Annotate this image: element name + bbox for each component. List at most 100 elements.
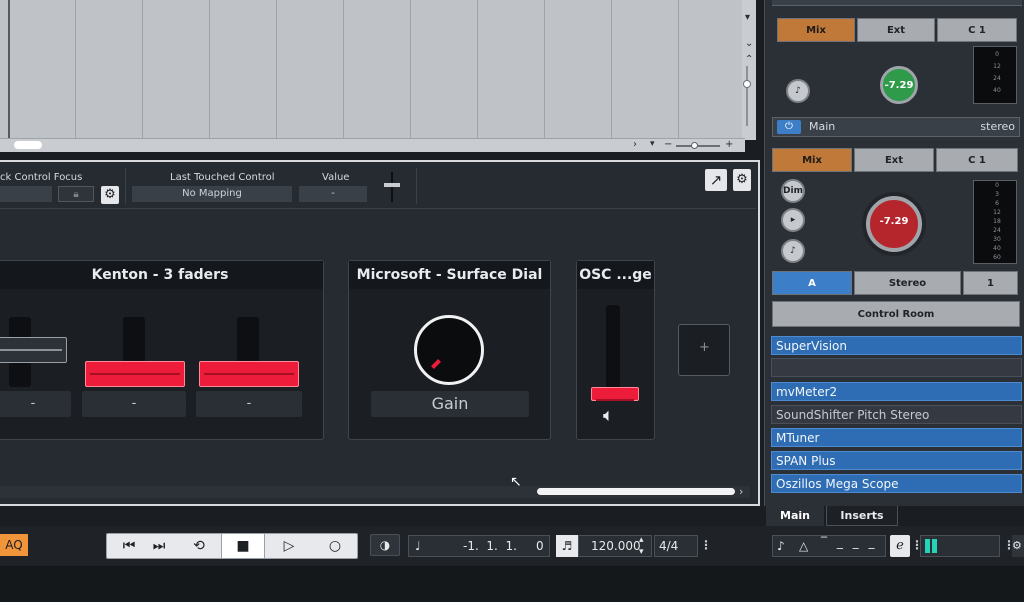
tempo-field[interactable]: 120.000 ▴ ▾ <box>578 535 652 557</box>
precount-icon[interactable]: △ <box>799 536 808 556</box>
metronome-icon[interactable]: ♪ <box>786 79 810 103</box>
mix-button[interactable]: Mix <box>772 148 852 172</box>
position-display[interactable]: ♩ -1. 1. 1. 0 <box>408 535 550 557</box>
power-icon[interactable]: ⏻ <box>777 120 801 134</box>
insert-slot[interactable]: mvMeter2 <box>771 382 1022 401</box>
fader-handle[interactable] <box>85 361 185 387</box>
click-pattern-icon: ‾ _ _ _ <box>821 535 878 549</box>
grid-line <box>276 0 277 140</box>
zoom-in-icon[interactable]: + <box>725 139 733 150</box>
monitor-level-knob[interactable]: -7.29 <box>880 66 918 104</box>
dial-knob[interactable] <box>414 315 484 385</box>
talkback-icon[interactable]: ▸ <box>781 208 805 232</box>
card-title: Kenton - 3 faders <box>0 261 323 289</box>
tempo-track-icon[interactable]: ♬ <box>556 535 578 557</box>
scroll-up-icon[interactable]: ⌃ <box>745 54 753 65</box>
more-options-icon[interactable]: ⋮ <box>700 534 712 556</box>
value-slider-handle[interactable] <box>384 183 400 187</box>
fader-value: - <box>82 391 186 417</box>
horizontal-zoom-track <box>676 145 720 147</box>
zoom-slider-handle[interactable] <box>743 80 751 88</box>
horizontal-zoom-handle[interactable] <box>691 142 698 149</box>
scroll-thumb[interactable] <box>14 141 42 149</box>
go-to-end-icon[interactable]: ⏭ <box>137 534 181 558</box>
tab-main[interactable]: Main <box>766 506 824 526</box>
stop-icon[interactable]: ■ <box>221 534 265 558</box>
level-meter: 0 12 24 40 <box>973 46 1017 104</box>
record-icon[interactable]: ○ <box>313 534 357 558</box>
expand-arrow-icon[interactable]: ↗ <box>705 169 727 191</box>
dropdown-icon[interactable]: ▾ <box>650 139 655 149</box>
control-room-button[interactable]: Control Room <box>772 301 1020 327</box>
gear-icon[interactable]: ⚙ <box>101 186 119 204</box>
fader-handle[interactable] <box>591 387 639 401</box>
sync-icon[interactable]: ℯ <box>890 535 910 557</box>
insert-slot[interactable]: Oszillos Mega Scope <box>771 474 1022 493</box>
fader-handle[interactable] <box>199 361 299 387</box>
dim-button[interactable]: Dim <box>781 179 805 203</box>
performance-meter <box>920 535 1000 557</box>
metronome-icon[interactable]: ♪ <box>781 239 805 263</box>
grid-line <box>75 0 76 140</box>
arrange-area[interactable] <box>0 0 745 140</box>
card-title: Microsoft - Surface Dial <box>349 261 550 289</box>
scroll-down-icon[interactable]: ▾ <box>745 12 750 23</box>
fader-value: - <box>196 391 302 417</box>
scroll-right-icon[interactable]: › <box>633 139 637 150</box>
main-level-knob[interactable]: -7.29 <box>866 196 922 252</box>
lock-icon: 🔒︎ <box>73 189 79 200</box>
level-meter: 0 3 6 12 18 24 30 40 60 <box>973 180 1017 264</box>
knob-value: -7.29 <box>884 80 914 91</box>
divider <box>416 168 417 204</box>
punch-icon[interactable]: ◑ <box>370 534 400 556</box>
signature-value: 4/4 <box>659 539 679 553</box>
divider <box>125 168 126 204</box>
channel-a-button[interactable]: A <box>772 271 852 295</box>
value-label: Value <box>322 172 350 183</box>
add-device-button[interactable]: + <box>678 324 730 376</box>
insert-slot[interactable]: SPAN Plus <box>771 451 1022 470</box>
aq-button[interactable]: AQ <box>0 534 28 556</box>
metronome-icon[interactable]: ♪ <box>777 536 785 556</box>
track-control-focus-label: ck Control Focus <box>0 172 83 183</box>
speaker-icon: 🔈︎ <box>603 405 614 426</box>
scroll-right-icon[interactable]: › <box>739 485 743 498</box>
insert-slot[interactable]: SoundShifter Pitch Stereo <box>771 405 1022 424</box>
scroll-thumb[interactable] <box>537 488 735 495</box>
stereo-button[interactable]: Stereo <box>854 271 961 295</box>
zoom-out-icon[interactable]: − <box>664 139 672 150</box>
dial-value: Gain <box>371 391 529 417</box>
cycle-icon[interactable]: ⟲ <box>177 534 221 558</box>
metronome-display[interactable]: ♪ △ ‾ _ _ _ <box>772 535 886 557</box>
grid-line <box>544 0 545 140</box>
gear-icon[interactable]: ⚙ <box>733 169 751 191</box>
insert-slot[interactable]: SuperVision <box>771 336 1022 355</box>
scroll-down-icon[interactable]: ⌄ <box>745 38 753 49</box>
signature-field[interactable]: 4/4 <box>654 535 698 557</box>
fader-handle[interactable] <box>0 337 67 363</box>
tab-inserts[interactable]: Inserts <box>826 506 898 526</box>
track-focus-field[interactable] <box>0 186 52 202</box>
meter-tick: 3 <box>995 191 999 198</box>
grid-line <box>343 0 344 140</box>
ext-button[interactable]: Ext <box>857 18 935 42</box>
tempo-value: 120.000 <box>591 539 641 553</box>
mix-button[interactable]: Mix <box>777 18 855 42</box>
channel-1-button[interactable]: 1 <box>963 271 1018 295</box>
card-title: OSC ...ge <box>577 261 654 289</box>
play-icon[interactable]: ▷ <box>267 534 311 558</box>
meter-bar <box>925 539 930 553</box>
ext-button[interactable]: Ext <box>854 148 934 172</box>
main-format: stereo <box>980 120 1015 133</box>
gear-icon[interactable]: ⚙ <box>1012 535 1024 557</box>
last-touched-label: Last Touched Control <box>170 172 275 183</box>
c1-button[interactable]: C 1 <box>936 148 1018 172</box>
insert-slot[interactable] <box>771 358 1022 377</box>
insert-slot[interactable]: MTuner <box>771 428 1022 447</box>
cursor-line <box>8 0 10 140</box>
meter-tick: 0 <box>995 51 999 58</box>
lock-toggle[interactable]: 🔒︎ <box>58 186 94 202</box>
last-touched-field: No Mapping <box>132 186 292 202</box>
c1-button[interactable]: C 1 <box>937 18 1017 42</box>
tempo-stepper-icon[interactable]: ▴ ▾ <box>639 534 644 558</box>
